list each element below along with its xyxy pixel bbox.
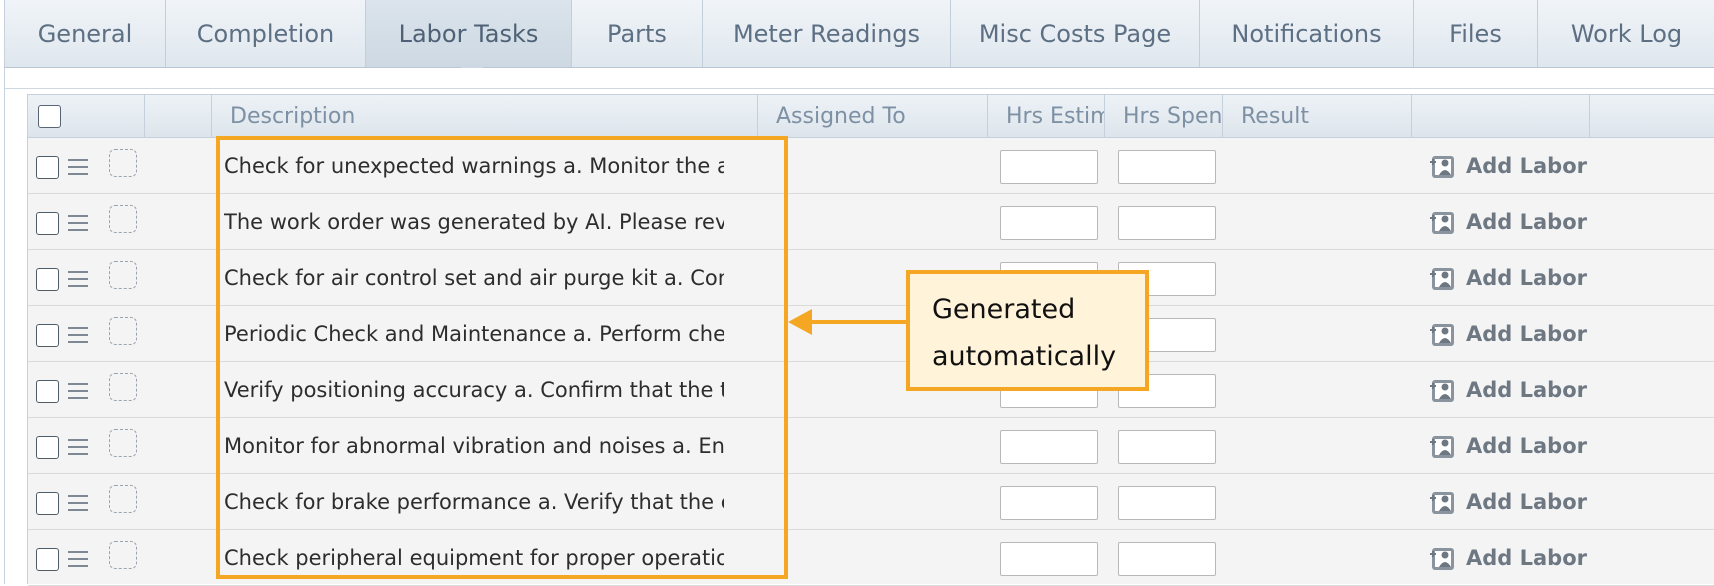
add-labor-button[interactable]: Add Labor [1430,362,1587,418]
row-checkbox[interactable] [36,436,59,459]
hrs-estimated-input[interactable] [1000,542,1098,576]
tab-label: Completion [196,19,335,48]
header-label: Hrs Spent [1123,103,1223,129]
tab-general[interactable]: General [5,0,166,67]
tab-label: General [37,19,133,48]
hrs-spent-input[interactable] [1118,206,1216,240]
add-labor-button[interactable]: Add Labor [1430,530,1587,586]
row-checkbox[interactable] [36,548,59,571]
tab-label: Labor Tasks [398,19,539,48]
description-highlight-box [216,136,788,579]
dashed-square-icon [109,485,137,513]
select-all-checkbox[interactable] [38,105,61,128]
add-labor-button[interactable]: Add Labor [1430,138,1587,194]
person-add-icon [1430,156,1454,178]
arrow-left-icon [788,309,812,335]
menu-icon[interactable] [68,439,88,455]
add-labor-label: Add Labor [1466,154,1587,178]
menu-icon[interactable] [68,551,88,567]
add-labor-label: Add Labor [1466,490,1587,514]
add-labor-button[interactable]: Add Labor [1430,306,1587,362]
tab-files[interactable]: Files [1414,0,1538,67]
hrs-estimated-input[interactable] [1000,430,1098,464]
tab-meter-readings[interactable]: Meter Readings [703,0,951,67]
dashed-square-icon [109,541,137,569]
header-label: Description [230,103,356,129]
row-checkbox[interactable] [36,268,59,291]
row-checkbox[interactable] [36,212,59,235]
person-add-icon [1430,380,1454,402]
menu-icon[interactable] [68,159,88,175]
dashed-square-icon [109,317,137,345]
add-labor-label: Add Labor [1466,378,1587,402]
menu-icon[interactable] [68,495,88,511]
header-hrs-estimated[interactable]: Hrs Estim [988,95,1105,137]
tab-work-log[interactable]: Work Log [1538,0,1714,67]
menu-icon[interactable] [68,383,88,399]
dashed-square-icon [109,261,137,289]
menu-icon[interactable] [68,215,88,231]
add-labor-label: Add Labor [1466,322,1587,346]
header-label: Result [1241,103,1309,129]
tab-label: Parts [607,19,667,48]
annotation-callout: Generated automatically [906,270,1149,391]
header-filler [1590,95,1714,137]
person-add-icon [1430,212,1454,234]
header-label: Assigned To [776,103,906,129]
header-actions [1412,95,1590,137]
add-labor-label: Add Labor [1466,546,1587,570]
header-blank-cell [145,95,212,137]
header-description[interactable]: Description [212,95,758,137]
tab-bar: General Completion Labor Tasks Parts Met… [4,0,1714,78]
person-add-icon [1430,268,1454,290]
row-checkbox[interactable] [36,156,59,179]
tab-label: Work Log [1570,19,1683,48]
grid-header: Description Assigned To Hrs Estim Hrs Sp… [28,94,1714,138]
hrs-estimated-input[interactable] [1000,486,1098,520]
menu-icon[interactable] [68,271,88,287]
annotation-arrow-line [810,320,910,324]
menu-icon[interactable] [68,327,88,343]
add-labor-label: Add Labor [1466,266,1587,290]
header-select-cell [28,95,145,137]
row-checkbox[interactable] [36,492,59,515]
tab-notifications[interactable]: Notifications [1200,0,1414,67]
person-add-icon [1430,436,1454,458]
tab-label: Files [1449,19,1502,48]
person-add-icon [1430,492,1454,514]
hrs-estimated-input[interactable] [1000,150,1098,184]
hrs-estimated-input[interactable] [1000,206,1098,240]
header-assigned-to[interactable]: Assigned To [758,95,988,137]
tab-labor-tasks[interactable]: Labor Tasks [366,0,572,67]
add-labor-button[interactable]: Add Labor [1430,418,1587,474]
add-labor-label: Add Labor [1466,210,1587,234]
add-labor-label: Add Labor [1466,434,1587,458]
header-label: Hrs Estim [1006,103,1105,129]
tab-parts[interactable]: Parts [572,0,703,67]
tab-label: Misc Costs Page [978,19,1172,48]
row-checkbox[interactable] [36,380,59,403]
hrs-spent-input[interactable] [1118,486,1216,520]
dashed-square-icon [109,149,137,177]
tab-label: Meter Readings [732,19,921,48]
tab-completion[interactable]: Completion [166,0,366,67]
hrs-spent-input[interactable] [1118,150,1216,184]
hrs-spent-input[interactable] [1118,542,1216,576]
add-labor-button[interactable]: Add Labor [1430,194,1587,250]
dashed-square-icon [109,373,137,401]
tab-label: Notifications [1231,19,1382,48]
hrs-spent-input[interactable] [1118,430,1216,464]
person-add-icon [1430,548,1454,570]
row-checkbox[interactable] [36,324,59,347]
header-result[interactable]: Result [1223,95,1412,137]
tab-misc-costs-page[interactable]: Misc Costs Page [951,0,1200,67]
dashed-square-icon [109,205,137,233]
add-labor-button[interactable]: Add Labor [1430,474,1587,530]
person-add-icon [1430,324,1454,346]
header-hrs-spent[interactable]: Hrs Spent [1105,95,1223,137]
add-labor-button[interactable]: Add Labor [1430,250,1587,306]
dashed-square-icon [109,429,137,457]
